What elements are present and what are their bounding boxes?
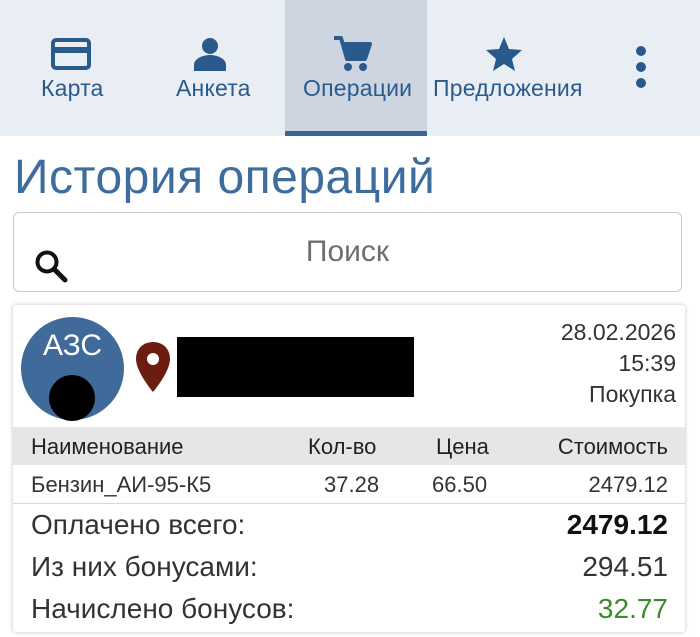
tab-operations-label: Операции (303, 75, 413, 101)
paid-total-label: Оплачено всего: (31, 509, 246, 540)
paid-total-value: 2479.12 (566, 509, 668, 540)
bonus-earned-value: 32.77 (597, 593, 668, 624)
tab-offers[interactable]: Предложения (427, 0, 597, 136)
cell-price: 66.50 (432, 472, 488, 497)
operation-date: 28.02.2026 (560, 319, 676, 345)
operation-type: Покупка (589, 381, 676, 407)
avatar-redaction (49, 375, 95, 421)
tab-card[interactable]: Карта (0, 0, 142, 136)
table-row: Бензин_АИ-95-К5 37.28 66.50 2479.12 (13, 465, 685, 504)
tab-profile-label: Анкета (176, 75, 251, 101)
header-name: Наименование (31, 434, 184, 459)
location-pin-icon (136, 342, 170, 392)
operation-card[interactable]: АЗС 28.02.2026 15:39 Покупка Наименовани… (13, 305, 685, 632)
cell-name: Бензин_АИ-95-К5 (31, 472, 212, 497)
page-title: История операций (14, 151, 436, 204)
header-price: Цена (436, 434, 489, 459)
cell-cost: 2479.12 (588, 472, 668, 497)
tab-profile[interactable]: Анкета (142, 0, 284, 136)
tab-operations[interactable]: Операции (285, 0, 427, 136)
operation-meta: 28.02.2026 15:39 Покупка (561, 317, 676, 410)
bonus-earned-label: Начислено бонусов: (31, 593, 295, 624)
header-cost: Стоимость (557, 434, 668, 459)
cart-icon (330, 34, 374, 74)
bonus-paid-label: Из них бонусами: (31, 551, 258, 582)
more-vertical-icon[interactable] (622, 40, 662, 96)
active-tab-indicator (285, 131, 427, 136)
card-icon (49, 34, 93, 74)
top-navigation-bar: Карта Анкета Операции Предложения (0, 0, 700, 136)
avatar-label: АЗС (42, 329, 103, 362)
search-field[interactable]: Поиск (13, 212, 682, 292)
cell-qty: 37.28 (324, 472, 380, 497)
bonus-paid-value: 294.51 (582, 551, 668, 582)
header-qty: Кол-во (308, 434, 377, 459)
tab-card-label: Карта (41, 75, 104, 101)
avatar: АЗС (21, 317, 124, 421)
redacted-station-name (177, 337, 414, 397)
person-icon (188, 34, 232, 74)
star-icon (482, 34, 526, 74)
table-header: Наименование Кол-во Цена Стоимость (13, 427, 685, 465)
tab-offers-label: Предложения (433, 75, 583, 101)
operation-time: 15:39 (618, 350, 676, 376)
